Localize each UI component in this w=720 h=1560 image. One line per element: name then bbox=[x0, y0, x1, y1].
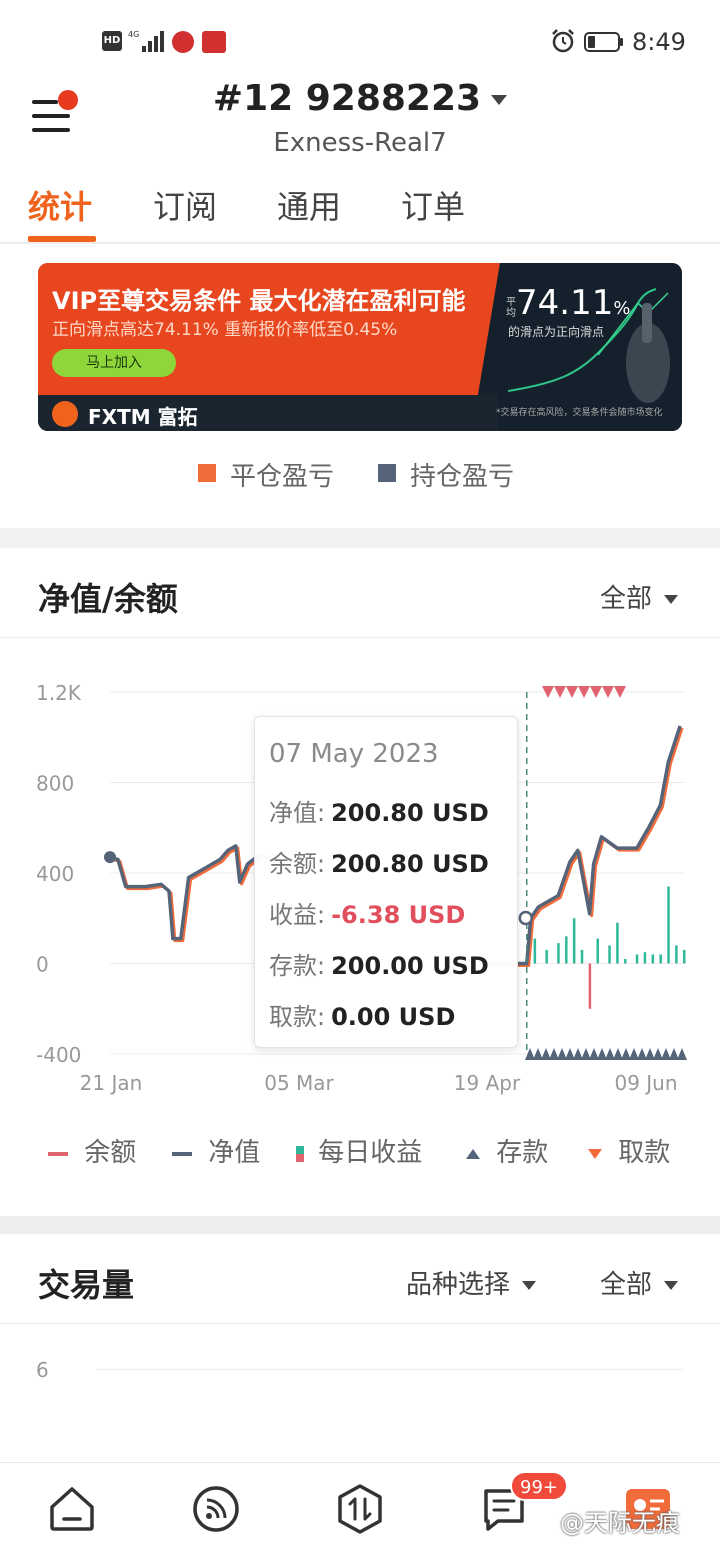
y-tick-label: 800 bbox=[36, 772, 74, 796]
trade-icon[interactable] bbox=[332, 1481, 388, 1537]
legend-deposit[interactable]: 存款 bbox=[466, 1132, 548, 1169]
chevron-down-icon bbox=[664, 1281, 679, 1290]
y-tick-label: 0 bbox=[36, 953, 49, 977]
profit-bar bbox=[596, 938, 600, 964]
status-bar: HD 4G 8:49 bbox=[0, 0, 720, 84]
profit-bar bbox=[608, 945, 611, 964]
network-type: 4G bbox=[128, 30, 139, 39]
pct-description: 的滑点为正向滑点 bbox=[508, 325, 605, 339]
tooltip-row-balance: 余额: 200.80 USD bbox=[269, 850, 489, 878]
profit-bar bbox=[616, 922, 619, 964]
chevron-down-icon bbox=[491, 95, 508, 105]
profit-bar bbox=[659, 954, 662, 964]
fxtm-logo-icon bbox=[52, 401, 78, 427]
join-now-button[interactable]: 马上加入 bbox=[52, 349, 176, 377]
watermark: @天际无痕 bbox=[560, 1509, 680, 1537]
messages-badge: 99+ bbox=[510, 1471, 568, 1501]
profit-bar bbox=[643, 952, 647, 964]
home-icon[interactable] bbox=[44, 1481, 100, 1537]
tooltip-row-equity: 净值: 200.80 USD bbox=[269, 799, 489, 827]
banner-disclaimer: *交易存在高风险，交易条件会随市场变化 bbox=[496, 408, 663, 418]
x-tick-label: 19 Apr bbox=[454, 1071, 521, 1095]
chart-tooltip: 07 May 2023 净值: 200.80 USD 余额: 200.80 USD … bbox=[254, 716, 518, 1048]
profit-bar bbox=[533, 938, 537, 964]
profit-bar bbox=[557, 943, 560, 964]
banner-subtitle: 正向滑点高达74.11% 重新报价率低至0.45% bbox=[52, 320, 398, 340]
hd-icon: HD bbox=[102, 31, 122, 51]
bottom-nav: 99+ @天际无痕 bbox=[0, 1462, 720, 1560]
crosshair-point bbox=[518, 910, 533, 926]
tab-orders[interactable]: 订单 bbox=[401, 182, 465, 228]
signal-icon: 4G bbox=[128, 30, 164, 52]
volume-y-tick: 6 bbox=[36, 1358, 49, 1382]
tab-stats[interactable]: 统计 bbox=[28, 182, 92, 228]
legend-daily-profit[interactable]: 每日收益 bbox=[296, 1132, 422, 1169]
brand-name: FXTM 富拓 bbox=[88, 405, 198, 429]
tooltip-row-withdrawal: 取款: 0.00 USD bbox=[269, 1003, 456, 1031]
chevron-down-icon bbox=[522, 1281, 537, 1290]
tooltip-date: 07 May 2023 bbox=[269, 739, 439, 769]
profit-bar bbox=[651, 954, 655, 964]
profit-bar bbox=[545, 949, 548, 964]
triangle-up-icon bbox=[466, 1148, 480, 1159]
profit-bar bbox=[588, 963, 592, 1009]
y-tick-label: -400 bbox=[36, 1043, 81, 1067]
x-tick-label: 09 Jun bbox=[614, 1071, 677, 1095]
start-point bbox=[104, 851, 116, 864]
equity-range-dropdown[interactable]: 全部 bbox=[600, 578, 679, 615]
banner-title: VIP至尊交易条件 最大化潜在盈利可能 bbox=[52, 287, 466, 315]
pct-prefix: 平均 bbox=[506, 297, 516, 319]
app-notification-icon bbox=[202, 31, 226, 53]
feed-icon[interactable] bbox=[188, 1481, 244, 1537]
server-name: Exness-Real7 bbox=[273, 128, 447, 158]
tab-general[interactable]: 通用 bbox=[277, 182, 341, 228]
chevron-down-icon bbox=[664, 595, 679, 604]
triangle-down-icon bbox=[588, 1148, 602, 1159]
tab-subscribe[interactable]: 订阅 bbox=[153, 182, 217, 228]
battery-icon bbox=[584, 32, 623, 52]
clock: 8:49 bbox=[632, 28, 686, 56]
account-number: #12 9288223 bbox=[212, 78, 482, 119]
x-tick-label: 21 Jan bbox=[80, 1071, 143, 1095]
tooltip-row-profit: 收益: -6.38 USD bbox=[269, 901, 466, 929]
volume-range-dropdown[interactable]: 全部 bbox=[600, 1264, 679, 1301]
y-tick-label: 400 bbox=[36, 862, 74, 886]
profit-bar bbox=[572, 918, 576, 964]
symbol-select-dropdown[interactable]: 品种选择 bbox=[406, 1264, 537, 1301]
legend-closed-pnl[interactable]: 平仓盈亏 bbox=[198, 456, 334, 493]
profit-bar bbox=[624, 958, 627, 964]
tooltip-row-deposit: 存款: 200.00 USD bbox=[269, 952, 489, 980]
profit-bar bbox=[580, 949, 584, 964]
legend-balance[interactable]: 余额 bbox=[48, 1132, 136, 1169]
profit-bar bbox=[635, 954, 639, 964]
equity-section-title: 净值/余额 bbox=[38, 580, 178, 618]
legend-equity[interactable]: 净值 bbox=[172, 1132, 260, 1169]
profit-bar bbox=[565, 936, 568, 964]
y-tick-label: 1.2K bbox=[36, 681, 82, 705]
alarm-icon bbox=[552, 29, 574, 53]
profit-bar bbox=[683, 949, 686, 964]
profit-bar bbox=[667, 886, 670, 964]
x-tick-label: 05 Mar bbox=[264, 1071, 334, 1095]
profit-bar bbox=[675, 945, 678, 964]
ad-banner[interactable]: VIP至尊交易条件 最大化潜在盈利可能 正向滑点高达74.11% 重新报价率低至… bbox=[38, 263, 682, 431]
legend-withdrawal[interactable]: 取款 bbox=[588, 1132, 670, 1169]
legend-open-pnl[interactable]: 持仓盈亏 bbox=[378, 456, 514, 493]
bank-app-icon bbox=[172, 31, 194, 53]
volume-section-title: 交易量 bbox=[38, 1266, 135, 1304]
account-selector[interactable]: #12 9288223 bbox=[0, 78, 720, 119]
banner-brand-bar: FXTM 富拓 bbox=[38, 395, 498, 431]
pct-value: 74.11% bbox=[516, 283, 631, 323]
